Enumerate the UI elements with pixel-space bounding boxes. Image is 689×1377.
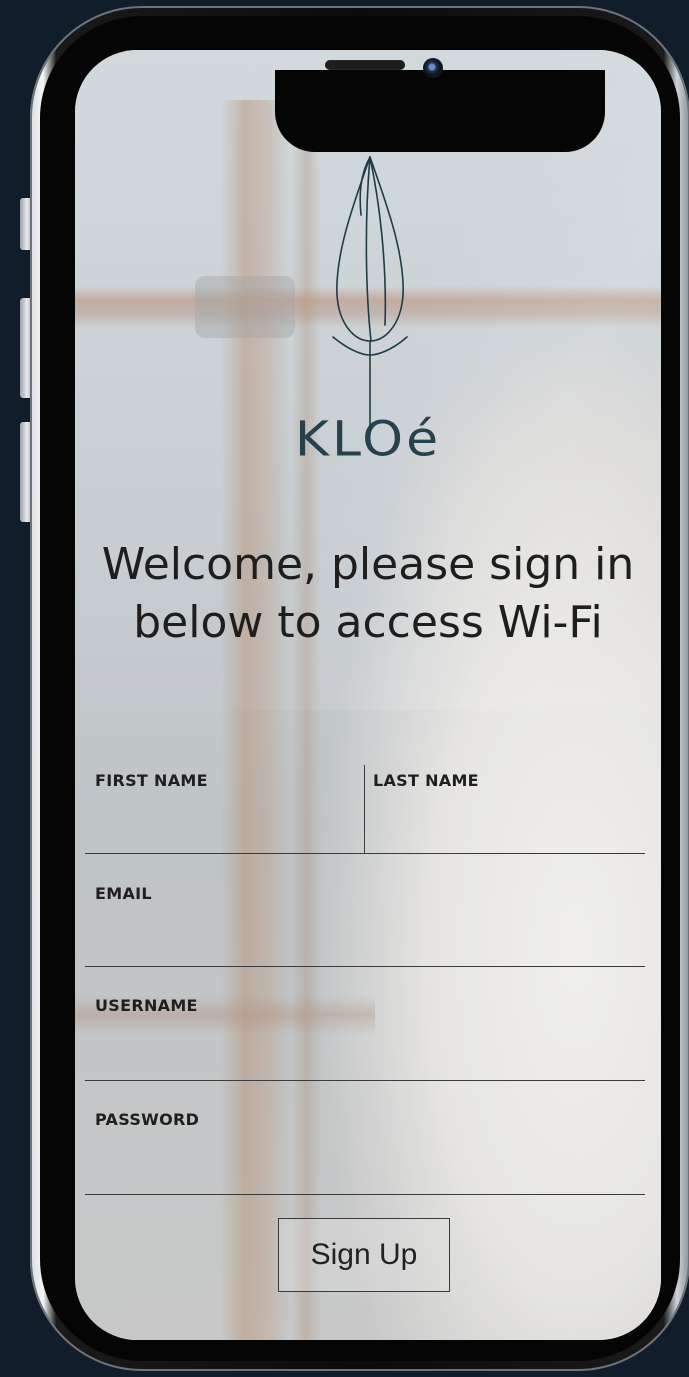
phone-notch (275, 70, 605, 152)
sign-in-page: KLOé Welcome, please sign in below to ac… (75, 50, 661, 1340)
name-fields-divider (364, 765, 365, 853)
brand-wordmark: KLOé (75, 410, 661, 470)
email-label: EMAIL (95, 884, 152, 903)
first-name-label: FIRST NAME (95, 771, 208, 790)
brand-name: KLOé (294, 412, 442, 468)
first-name-input[interactable] (95, 802, 355, 846)
last-name-label: LAST NAME (373, 771, 479, 790)
username-input[interactable] (95, 1028, 643, 1072)
password-label: PASSWORD (95, 1110, 200, 1129)
sign-up-button[interactable]: Sign Up (278, 1218, 450, 1292)
name-fields-underline (85, 853, 645, 854)
earpiece-speaker-icon (325, 60, 405, 70)
welcome-heading: Welcome, please sign in below to access … (101, 539, 635, 648)
password-input[interactable] (95, 1142, 643, 1186)
email-underline (85, 966, 645, 967)
username-underline (85, 1080, 645, 1081)
password-underline (85, 1194, 645, 1195)
last-name-input[interactable] (373, 802, 643, 846)
front-camera-icon (423, 58, 443, 78)
email-input[interactable] (95, 916, 643, 960)
leaf-logo-icon (332, 156, 408, 430)
username-label: USERNAME (95, 996, 198, 1015)
phone-screen: KLOé Welcome, please sign in below to ac… (75, 50, 661, 1340)
stage: KLOé Welcome, please sign in below to ac… (0, 0, 689, 1377)
